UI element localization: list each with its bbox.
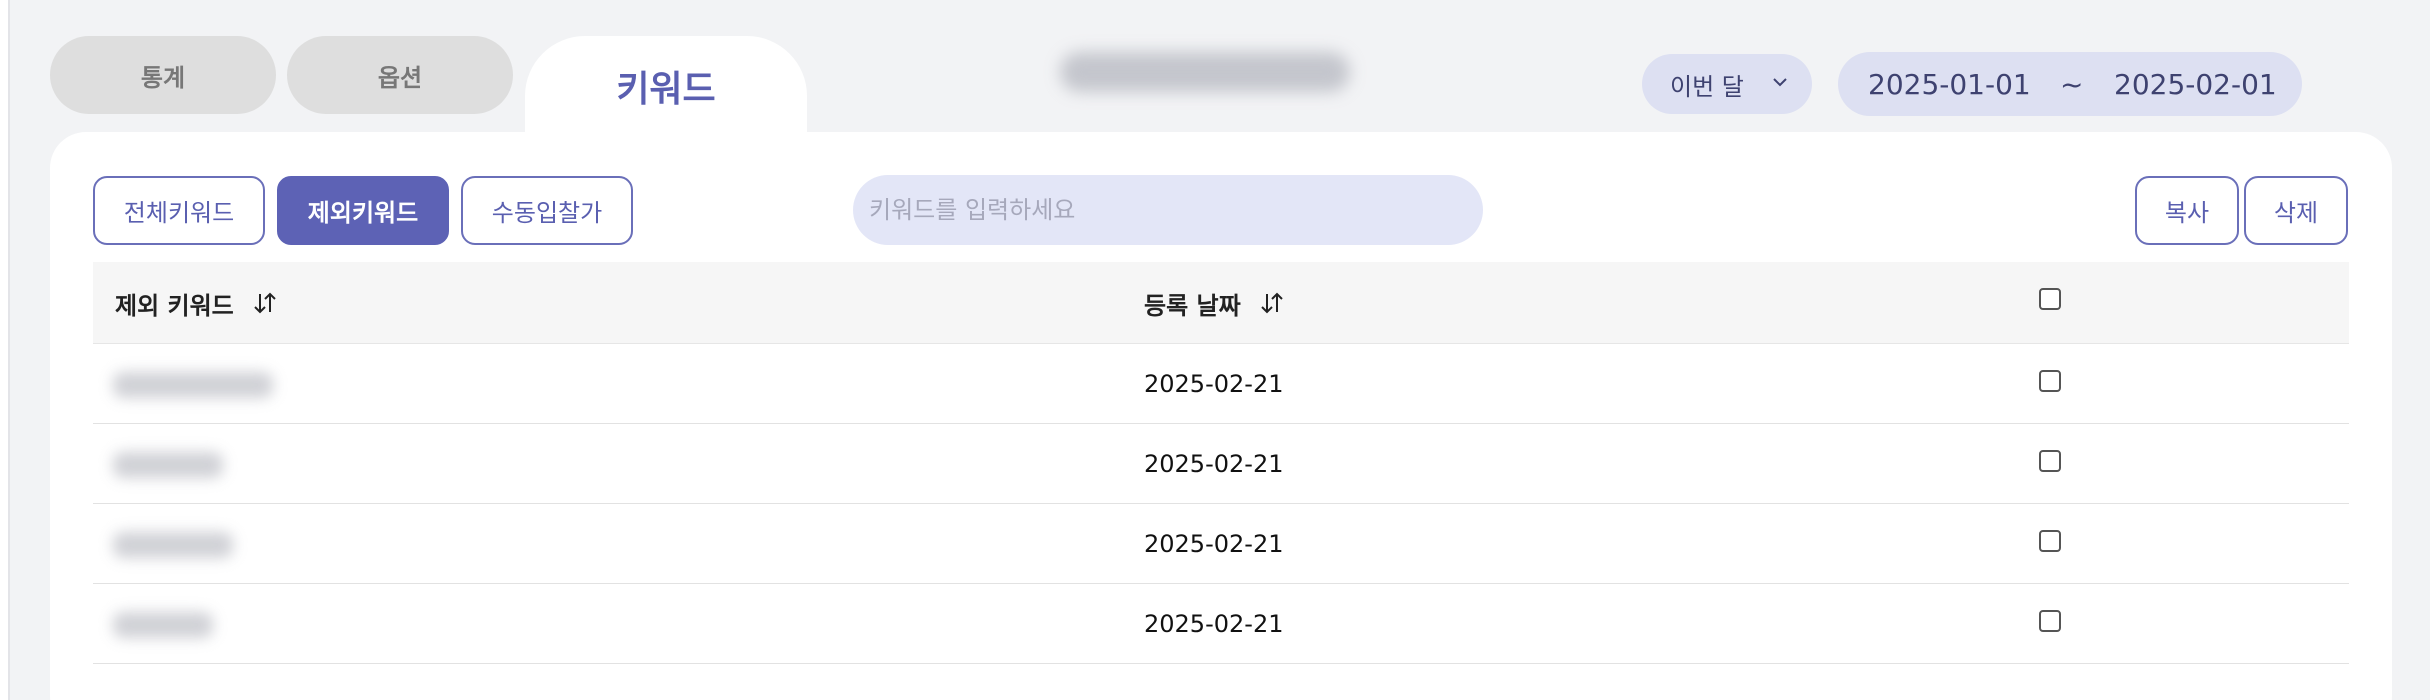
row-checkbox[interactable]: [2039, 610, 2061, 632]
row-date: 2025-02-21: [1144, 610, 1284, 638]
table-row: 2025-02-21: [93, 584, 2349, 664]
column-header-date: 등록 날짜: [1144, 262, 1285, 344]
all-keywords-button[interactable]: 전체키워드: [93, 176, 265, 245]
column-header-keyword-label: 제외 키워드: [115, 291, 234, 320]
blurred-account-name: [1060, 52, 1350, 92]
tab-stats[interactable]: 통계: [50, 36, 276, 114]
tab-keyword-label: 키워드: [616, 69, 716, 110]
start-date[interactable]: 2025-01-01: [1868, 68, 2031, 101]
period-select[interactable]: 이번 달: [1642, 54, 1812, 114]
tab-options[interactable]: 옵션: [287, 36, 513, 114]
keyword-search-input[interactable]: [853, 175, 1483, 245]
tab-keyword[interactable]: 키워드: [525, 36, 807, 148]
blurred-keyword: [113, 612, 213, 638]
end-date[interactable]: 2025-02-01: [2114, 68, 2277, 101]
delete-button[interactable]: 삭제: [2244, 176, 2348, 245]
row-checkbox[interactable]: [2039, 530, 2061, 552]
manual-bid-button[interactable]: 수동입찰가: [461, 176, 633, 245]
table-header: 제외 키워드 등록 날짜: [93, 262, 2349, 344]
period-select-value: 이번 달: [1670, 72, 1744, 101]
blurred-keyword: [113, 532, 233, 558]
date-range-picker: 2025-01-01 ~ 2025-02-01: [1838, 52, 2302, 116]
column-header-keyword: 제외 키워드: [115, 262, 278, 344]
row-checkbox[interactable]: [2039, 370, 2061, 392]
table-row: 2025-02-21: [93, 424, 2349, 504]
blurred-keyword: [113, 372, 273, 398]
table-row: 2025-02-21: [93, 504, 2349, 584]
sort-arrows-icon[interactable]: [252, 291, 278, 315]
blurred-keyword: [113, 452, 223, 478]
row-date: 2025-02-21: [1144, 370, 1284, 398]
row-date: 2025-02-21: [1144, 530, 1284, 558]
select-all-checkbox[interactable]: [2039, 288, 2061, 310]
date-separator: ~: [2060, 67, 2084, 101]
excluded-keywords-button[interactable]: 제외키워드: [277, 176, 449, 245]
copy-button[interactable]: 복사: [2135, 176, 2239, 245]
row-date: 2025-02-21: [1144, 450, 1284, 478]
chevron-down-icon: [1773, 78, 1787, 87]
column-header-date-label: 등록 날짜: [1144, 291, 1241, 320]
sort-arrows-icon[interactable]: [1259, 291, 1285, 315]
table-row: 2025-02-21: [93, 344, 2349, 424]
row-checkbox[interactable]: [2039, 450, 2061, 472]
left-edge-divider: [0, 0, 10, 700]
